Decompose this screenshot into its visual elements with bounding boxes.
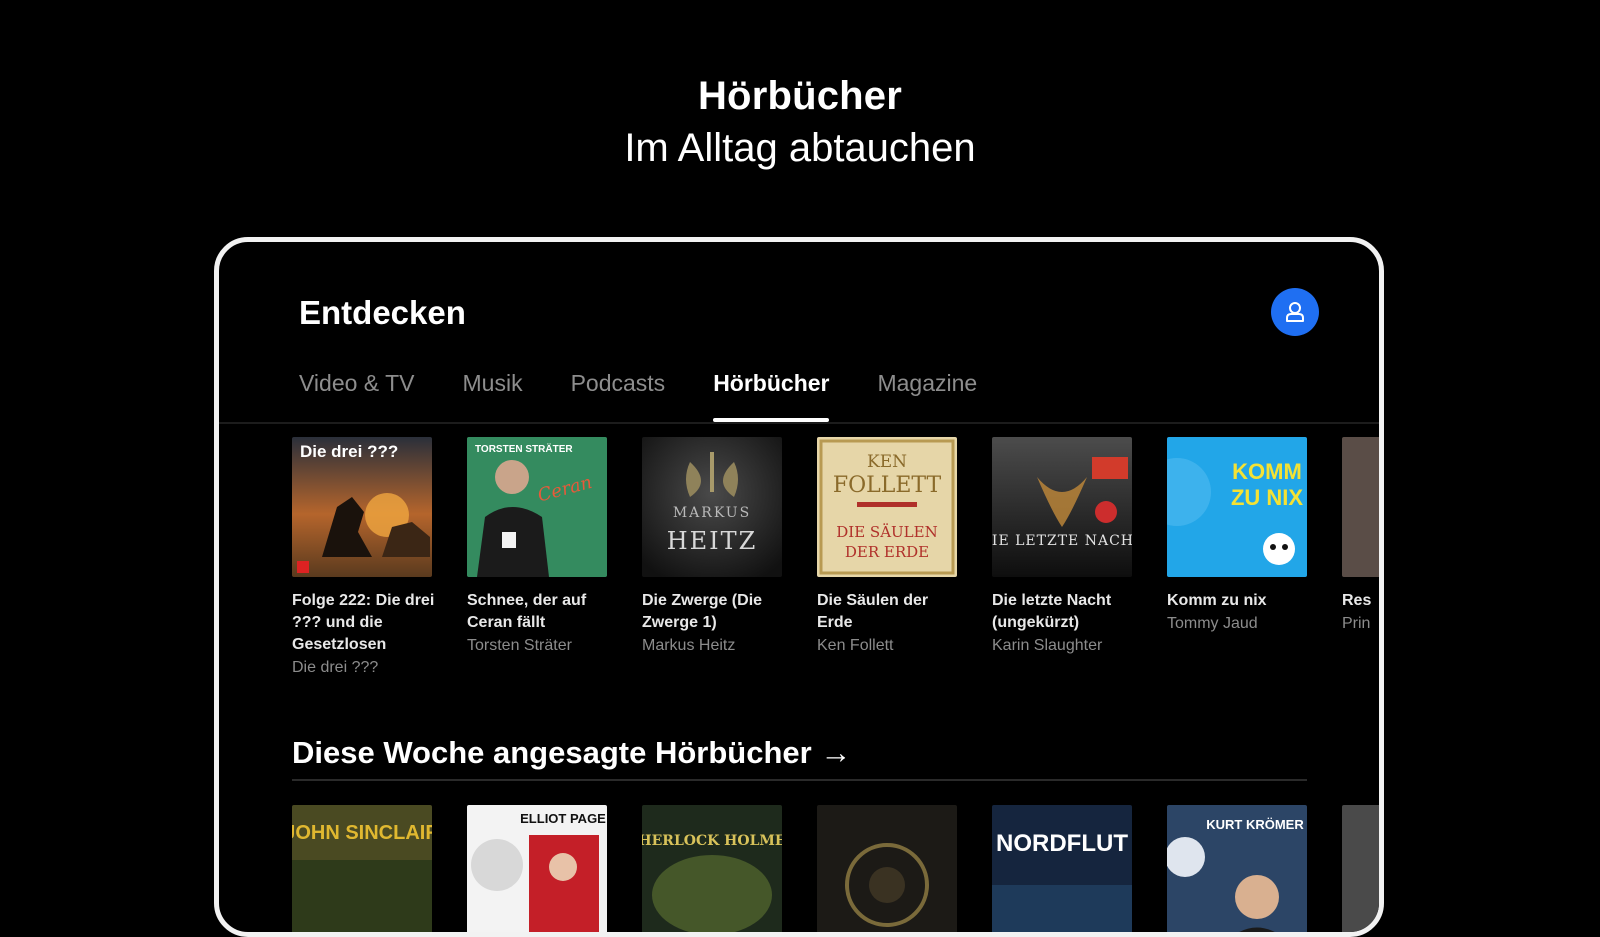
svg-text:KOMM: KOMM — [1232, 459, 1302, 484]
tab-podcasts[interactable]: Podcasts — [571, 370, 666, 422]
card-author: Karin Slaughter — [992, 637, 1103, 654]
cover-image: ELLIOT PAGE — [467, 805, 607, 932]
cover-image: KEN FOLLETT DIE SÄULEN DER ERDE — [817, 437, 957, 577]
cover-image: DIE LETZTE NACHT — [992, 437, 1132, 577]
card-title: Folge 222: Die drei ??? und die Gesetzlo… — [292, 592, 435, 653]
svg-text:NORDFLUT: NORDFLUT — [996, 830, 1128, 857]
cover-image: MARKUS HEITZ — [642, 437, 782, 577]
audiobook-card[interactable]: Die drei ??? Folge 222: Die drei ??? und… — [292, 437, 434, 682]
cover-image: JOHN SINCLAIR — [292, 805, 432, 932]
svg-text:KURT KRÖMER: KURT KRÖMER — [1206, 817, 1304, 832]
audiobook-card[interactable] — [1342, 805, 1379, 932]
tab-video-tv[interactable]: Video & TV — [299, 370, 415, 422]
audiobook-card[interactable]: TORSTEN STRÄTER Ceran Schnee, der auf Ce… — [467, 437, 607, 682]
cover-image — [817, 805, 957, 932]
audiobook-card[interactable]: KURT KRÖMER — [1167, 805, 1307, 932]
app-screen: Entdecken Video & TV Musik Podcasts Hörb… — [219, 242, 1379, 932]
cover-image: SHERLOCK HOLMES — [642, 805, 782, 932]
cover-image — [1342, 437, 1379, 577]
svg-text:DER ERDE: DER ERDE — [845, 543, 929, 561]
svg-text:FOLLETT: FOLLETT — [833, 473, 942, 498]
page-header: Entdecken — [299, 288, 1319, 344]
card-title: Die Zwerge (Die Zwerge 1) — [642, 592, 763, 631]
cover-image: KOMM ZU NIX — [1167, 437, 1307, 577]
svg-text:Die drei ???: Die drei ??? — [300, 442, 398, 461]
svg-text:KEN: KEN — [867, 452, 907, 472]
audiobook-card[interactable]: SHERLOCK HOLMES — [642, 805, 782, 932]
cover-image: Die drei ??? — [292, 437, 432, 577]
promo-title: Hörbücher — [697, 74, 903, 118]
tab-musik[interactable]: Musik — [463, 370, 523, 422]
promo-subtitle: Im Alltag abtauchen — [624, 126, 976, 170]
cover-image: TORSTEN STRÄTER Ceran — [467, 437, 607, 577]
card-author: Torsten Sträter — [467, 637, 572, 654]
card-author: Tommy Jaud — [1167, 615, 1258, 632]
cover-image — [1342, 805, 1379, 932]
audiobook-card[interactable]: MARKUS HEITZ Die Zwerge (Die Zwerge 1) M… — [642, 437, 782, 682]
promo-heading: Hörbücher Im Alltag abtauchen — [0, 72, 1600, 172]
card-title: Komm zu nix — [1167, 592, 1267, 609]
cover-image: KURT KRÖMER — [1167, 805, 1307, 932]
card-title: Die Säulen der Erde — [817, 592, 929, 631]
tabs-divider — [219, 422, 1379, 424]
svg-text:ZU NIX: ZU NIX — [1231, 485, 1303, 510]
audiobook-card[interactable]: KOMM ZU NIX Komm zu nix Tommy Jaud — [1167, 437, 1307, 682]
svg-text:HEITZ: HEITZ — [667, 527, 758, 555]
audiobook-card[interactable]: DIE LETZTE NACHT Die letzte Nacht (ungek… — [992, 437, 1132, 682]
section-title-link[interactable]: Diese Woche angesagte Hörbücher → — [292, 735, 1307, 771]
svg-text:DIE SÄULEN: DIE SÄULEN — [836, 523, 937, 541]
tab-magazine[interactable]: Magazine — [877, 370, 977, 422]
audiobook-card[interactable]: NORDFLUT — [992, 805, 1132, 932]
card-title: Schnee, der auf Ceran fällt — [467, 592, 587, 631]
audiobook-card[interactable]: KEN FOLLETT DIE SÄULEN DER ERDE Die Säul… — [817, 437, 957, 682]
svg-text:DIE LETZTE NACHT: DIE LETZTE NACHT — [992, 533, 1132, 549]
profile-icon — [1286, 302, 1304, 322]
tab-hoerbuecher[interactable]: Hörbücher — [713, 370, 830, 422]
category-tabs: Video & TV Musik Podcasts Hörbücher Maga… — [299, 370, 977, 422]
card-author: Markus Heitz — [642, 637, 736, 654]
tablet-frame: Entdecken Video & TV Musik Podcasts Hörb… — [214, 237, 1384, 937]
card-author: Die drei ??? — [292, 659, 379, 676]
svg-text:TORSTEN STRÄTER: TORSTEN STRÄTER — [475, 442, 573, 455]
card-title: Res — [1342, 592, 1372, 609]
audiobook-card[interactable]: Res Prin — [1342, 437, 1379, 682]
card-author: Prin — [1342, 615, 1371, 632]
profile-button[interactable] — [1271, 288, 1319, 336]
card-title: Die letzte Nacht (ungekürzt) — [992, 592, 1112, 631]
cover-image: NORDFLUT — [992, 805, 1132, 932]
svg-text:ELLIOT PAGE: ELLIOT PAGE — [520, 811, 606, 826]
svg-text:MARKUS: MARKUS — [673, 505, 751, 521]
page-title: Entdecken — [299, 294, 466, 331]
audiobook-card[interactable] — [817, 805, 957, 932]
svg-text:SHERLOCK HOLMES: SHERLOCK HOLMES — [642, 833, 782, 849]
svg-text:JOHN SINCLAIR: JOHN SINCLAIR — [292, 822, 432, 844]
trending-audiobook-rail: JOHN SINCLAIR ELLIOT PAGE — [292, 805, 1379, 932]
audiobook-card[interactable]: ELLIOT PAGE — [467, 805, 607, 932]
top-audiobook-rail: Die drei ??? Folge 222: Die drei ??? und… — [292, 437, 1379, 682]
audiobook-card[interactable]: JOHN SINCLAIR — [292, 805, 432, 932]
section-header: Diese Woche angesagte Hörbücher → — [292, 735, 1307, 781]
card-author: Ken Follett — [817, 637, 894, 654]
